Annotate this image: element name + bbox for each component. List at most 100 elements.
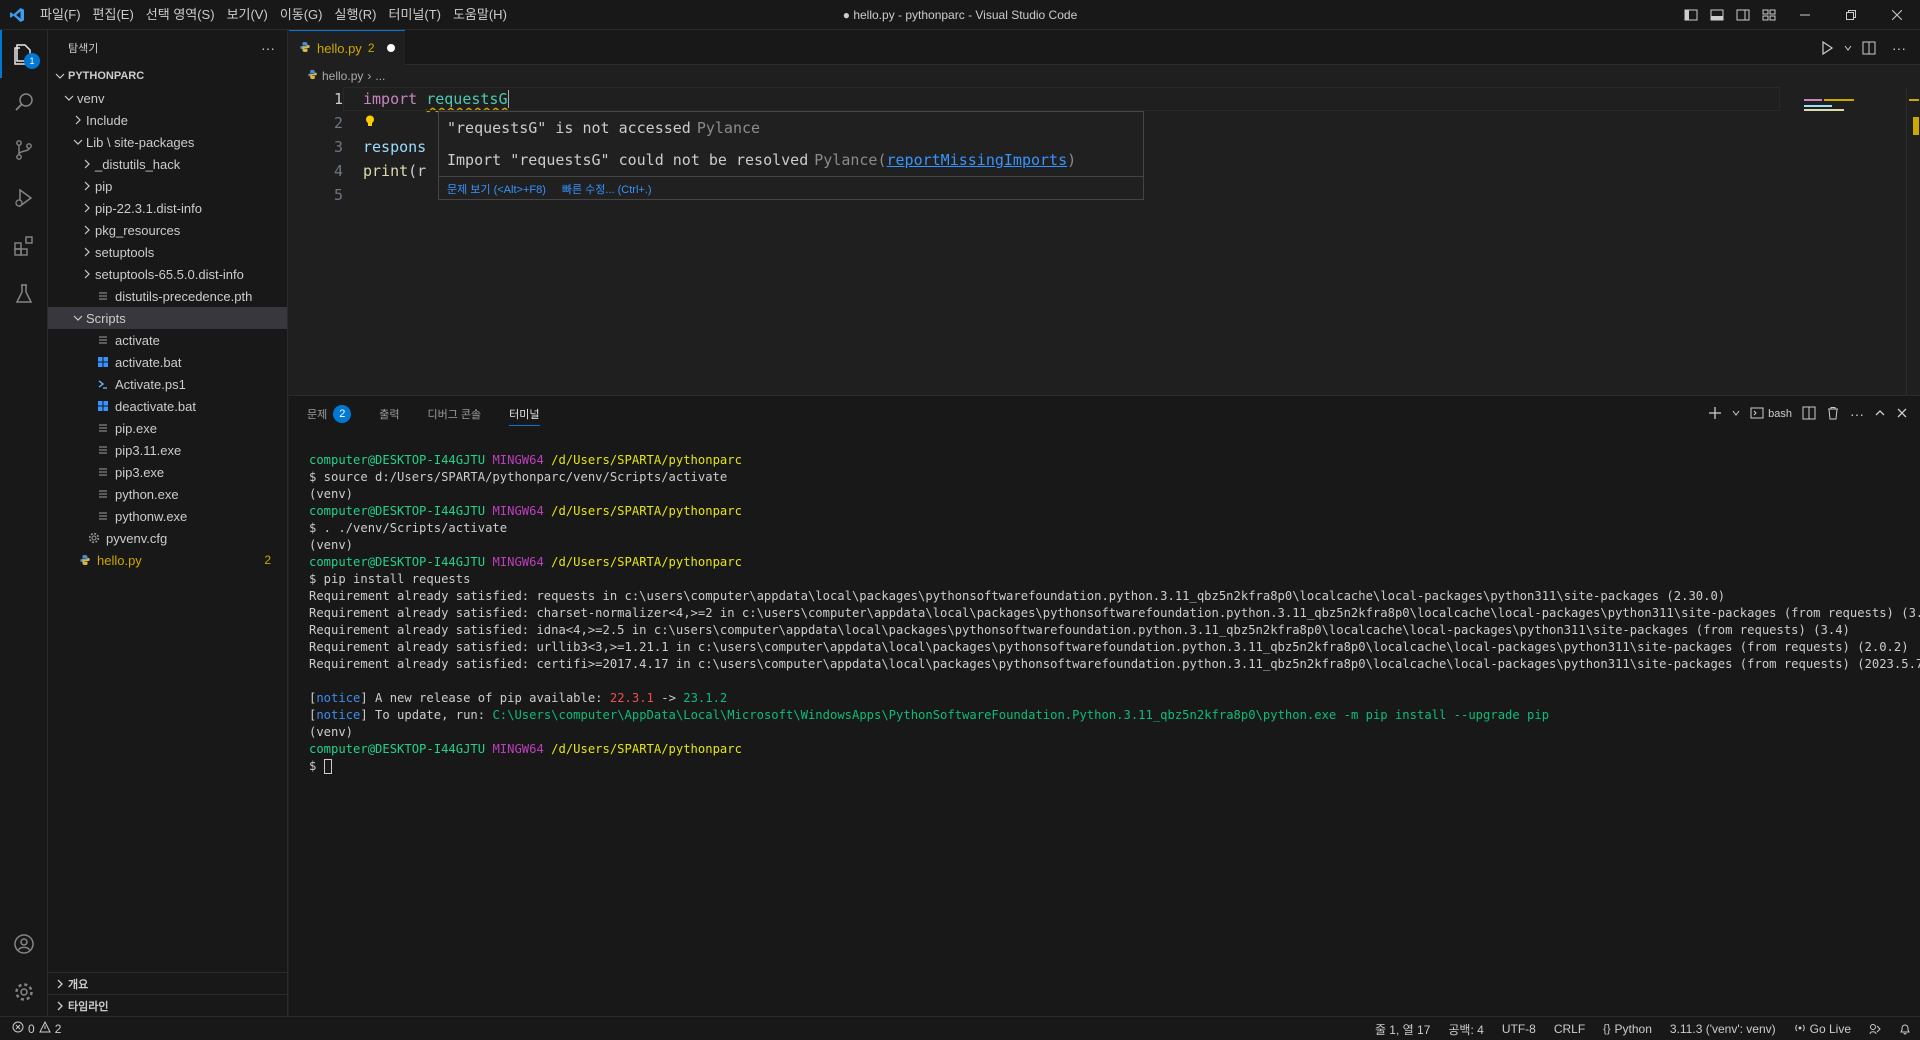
tree-file[interactable]: distutils-precedence.pth — [48, 285, 287, 307]
tree-file[interactable]: deactivate.bat — [48, 395, 287, 417]
file-lines-icon — [95, 464, 111, 480]
warning-count: 2 — [54, 1021, 62, 1036]
tree-folder[interactable]: Lib \ site-packages — [48, 131, 287, 153]
split-terminal-icon[interactable] — [1802, 406, 1816, 423]
close-panel-icon[interactable] — [1896, 407, 1908, 422]
outline-section[interactable]: 개요 — [48, 972, 288, 994]
terminal-line: Requirement already satisfied: urllib3<3… — [309, 640, 1909, 654]
search-icon[interactable] — [0, 78, 48, 126]
trash-icon[interactable] — [1826, 406, 1840, 423]
testing-icon[interactable] — [0, 270, 48, 318]
tree-folder[interactable]: setuptools — [48, 241, 287, 263]
manage-gear-icon[interactable] — [0, 968, 48, 1016]
tree-folder[interactable]: _distutils_hack — [48, 153, 287, 175]
more-actions-icon[interactable]: ··· — [261, 40, 275, 56]
lightbulb-icon[interactable] — [363, 114, 377, 132]
accounts-icon[interactable] — [0, 920, 48, 968]
end-of-line[interactable]: CRLF — [1545, 1022, 1594, 1036]
indentation[interactable]: 공백: 4 — [1439, 1021, 1492, 1038]
chevron-down-icon — [61, 93, 77, 103]
tree-file[interactable]: python.exe — [48, 483, 287, 505]
chevron-down-icon[interactable] — [1844, 40, 1852, 55]
tree-folder[interactable]: Scripts — [48, 307, 287, 329]
customize-layout-icon[interactable] — [1756, 0, 1782, 30]
tree-item-label: distutils-precedence.pth — [115, 288, 253, 304]
tree-folder[interactable]: venv — [48, 87, 287, 109]
tab-terminal[interactable]: 터미널 — [509, 396, 540, 432]
menu-item[interactable]: 도움말(H) — [447, 0, 513, 30]
run-debug-icon[interactable] — [0, 174, 48, 222]
tree-file[interactable]: hello.py 2 — [48, 549, 287, 571]
menu-item[interactable]: 이동(G) — [274, 0, 329, 30]
error-icon — [12, 1021, 24, 1036]
maximize-panel-chevron-up-icon[interactable] — [1874, 407, 1886, 422]
minimap[interactable] — [1790, 87, 1910, 387]
vscode-logo-icon[interactable] — [0, 0, 34, 30]
tree-file[interactable]: pyvenv.cfg — [48, 527, 287, 549]
run-python-file-icon[interactable] — [1814, 33, 1840, 63]
tab-output[interactable]: 출력 — [379, 396, 399, 432]
tab-problems[interactable]: 문제 2 — [307, 396, 352, 432]
menu-item[interactable]: 파일(F) — [34, 0, 87, 30]
tab-debug-console[interactable]: 디버그 콘솔 — [428, 396, 482, 432]
toggle-secondary-sidebar-icon[interactable] — [1730, 0, 1756, 30]
tree-item-label: pythonw.exe — [115, 508, 188, 524]
new-terminal-plus-icon[interactable] — [1708, 406, 1722, 423]
menu-item[interactable]: 보기(V) — [221, 0, 274, 30]
tab-label: 문제 — [307, 409, 328, 421]
terminal-shell-selector[interactable]: bash — [1750, 406, 1792, 423]
menu-item[interactable]: 선택 영역(S) — [140, 0, 221, 30]
tree-file[interactable]: pip.exe — [48, 417, 287, 439]
extensions-icon[interactable] — [0, 222, 48, 270]
menu-item[interactable]: 편집(E) — [87, 0, 140, 30]
report-missing-imports-link[interactable]: reportMissingImports — [886, 151, 1067, 169]
activity-bar: 1 — [0, 30, 48, 1016]
breadcrumb-file[interactable]: hello.py — [322, 69, 363, 83]
breadcrumb-symbol[interactable]: ... — [375, 69, 385, 83]
tree-folder[interactable]: pip-22.3.1.dist-info — [48, 197, 287, 219]
file-encoding[interactable]: UTF-8 — [1493, 1022, 1545, 1036]
unsaved-dot-icon[interactable] — [386, 44, 395, 52]
tree-folder[interactable]: Include — [48, 109, 287, 131]
tree-folder[interactable]: pkg_resources — [48, 219, 287, 241]
editor-scrollbar[interactable] — [1906, 87, 1920, 395]
editor-more-actions-icon[interactable]: ··· — [1886, 33, 1912, 63]
toggle-primary-sidebar-icon[interactable] — [1678, 0, 1704, 30]
python-interpreter[interactable]: 3.11.3 ('venv': venv) — [1661, 1022, 1785, 1036]
go-live-button[interactable]: Go Live — [1785, 1022, 1860, 1037]
view-problem-link[interactable]: 문제 보기 (<Alt>+F8) — [447, 181, 546, 197]
terminal-output[interactable]: computer@DESKTOP-I44GJTU MINGW64 /d/User… — [309, 452, 1920, 775]
tree-file[interactable]: activate — [48, 329, 287, 351]
terminal-line: Requirement already satisfied: charset-n… — [309, 606, 1920, 620]
tree-file[interactable]: activate.bat — [48, 351, 287, 373]
tree-item-label: pyvenv.cfg — [106, 530, 168, 546]
toggle-panel-icon[interactable] — [1704, 0, 1730, 30]
tree-file[interactable]: Activate.ps1 — [48, 373, 287, 395]
source-control-icon[interactable] — [0, 126, 48, 174]
tab-hello-py[interactable]: hello.py 2 — [289, 30, 405, 65]
feedback-icon[interactable] — [1860, 1023, 1890, 1035]
terminal-line: computer@DESKTOP-I44GJTU MINGW64 /d/User… — [309, 453, 742, 467]
explorer-icon[interactable]: 1 — [0, 30, 48, 78]
language-mode[interactable]: {} Python — [1594, 1022, 1661, 1036]
minimize-window-icon[interactable] — [1782, 0, 1828, 30]
chevron-down-icon — [70, 137, 86, 147]
tree-folder[interactable]: setuptools-65.5.0.dist-info — [48, 263, 287, 285]
panel-more-actions-icon[interactable]: ··· — [1850, 406, 1864, 422]
restore-window-icon[interactable] — [1828, 0, 1874, 30]
tree-folder[interactable]: PYTHONPARC — [48, 65, 287, 87]
timeline-section[interactable]: 타임라인 — [48, 994, 288, 1016]
notifications-bell-icon[interactable] — [1890, 1023, 1920, 1035]
tree-file[interactable]: pip3.exe — [48, 461, 287, 483]
menu-item[interactable]: 실행(R) — [329, 0, 383, 30]
tree-file[interactable]: pythonw.exe — [48, 505, 287, 527]
tree-folder[interactable]: pip — [48, 175, 287, 197]
close-window-icon[interactable] — [1874, 0, 1920, 30]
quick-fix-link[interactable]: 빠른 수정... (Ctrl+.) — [562, 181, 652, 197]
chevron-down-icon[interactable] — [1732, 408, 1740, 420]
problems-status[interactable]: 0 2 — [0, 1020, 62, 1036]
cursor-position[interactable]: 줄 1, 열 17 — [1366, 1021, 1439, 1038]
menu-item[interactable]: 터미널(T) — [382, 0, 446, 30]
split-editor-icon[interactable] — [1856, 33, 1882, 63]
tree-file[interactable]: pip3.11.exe — [48, 439, 287, 461]
